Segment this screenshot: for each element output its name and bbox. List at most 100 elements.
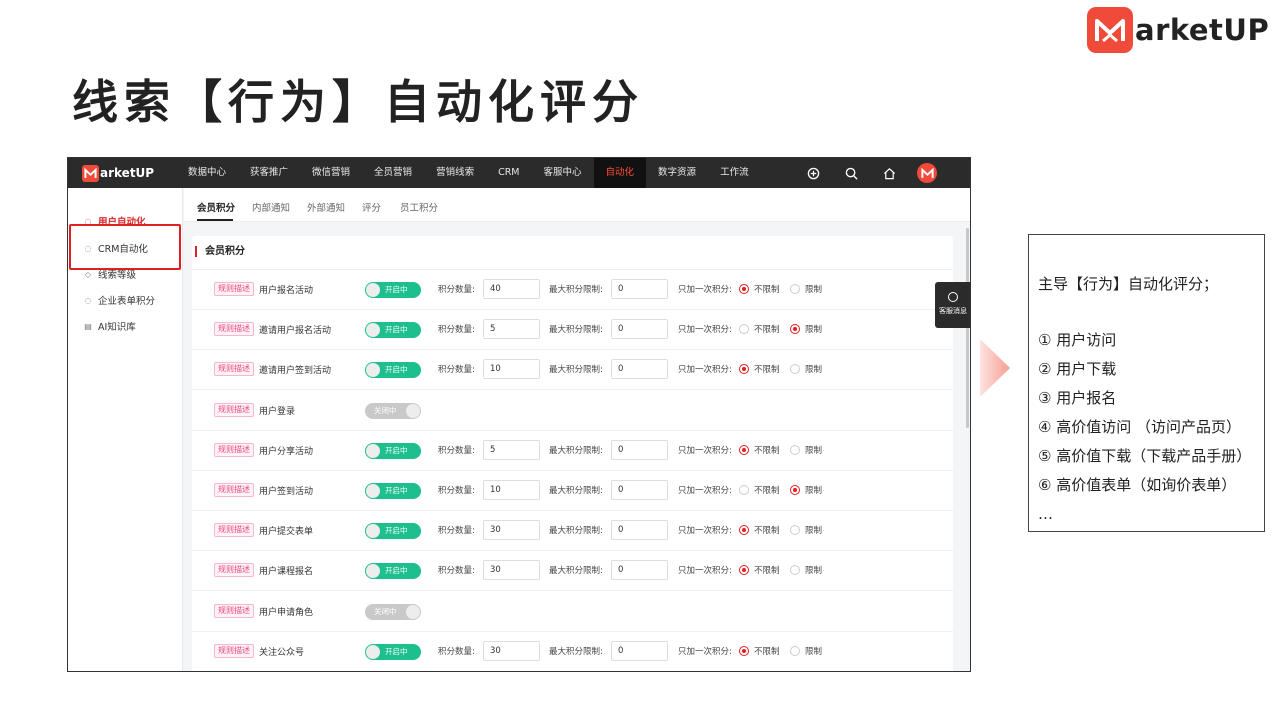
toggle-label: 开启中 [385,445,408,455]
status-toggle[interactable]: 开启中 [365,362,421,379]
rule-description-tag[interactable]: 规则描述 [214,282,254,296]
points-input[interactable]: 10 [483,359,540,380]
nav-item[interactable]: CRM [486,158,531,188]
unlimited-radio[interactable] [739,364,749,375]
status-toggle[interactable]: 开启中 [365,322,421,339]
unlimited-radio[interactable] [739,485,749,495]
nav-item[interactable]: 数字资源 [646,158,708,188]
limited-label: 限制 [805,365,823,376]
max-points-input[interactable]: 0 [611,480,668,500]
limited-radio[interactable] [790,284,800,294]
toggle-knob [366,524,380,539]
tab-item[interactable]: 会员积分 [197,200,235,214]
rule-name: 用户申请角色 [259,607,314,618]
status-toggle[interactable]: 开启中 [365,483,421,499]
status-toggle[interactable]: 开启中 [365,563,421,580]
customer-message-button[interactable]: 客服消息 [935,282,970,328]
points-input[interactable]: 30 [483,640,540,661]
nav-item[interactable]: 微信营销 [300,158,362,188]
max-points-input[interactable]: 0 [611,279,668,299]
max-points-input[interactable]: 0 [611,319,668,340]
toggle-knob [366,363,380,378]
unlimited-radio[interactable] [739,525,749,536]
limited-radio[interactable] [790,645,800,656]
search-icon[interactable] [832,167,870,180]
status-toggle[interactable]: 开启中 [365,442,421,459]
points-input[interactable]: 40 [483,279,540,299]
status-toggle[interactable]: 关闭中 [365,603,421,620]
arrow-right-icon [980,339,1010,397]
max-points-input[interactable]: 0 [611,439,668,460]
nav-item[interactable]: 工作流 [708,158,761,188]
rule-description-tag[interactable]: 规则描述 [214,322,254,337]
toggle-label: 关闭中 [374,606,397,616]
rule-description-tag[interactable]: 规则描述 [214,402,254,417]
toggle-knob [406,604,420,619]
rule-description-tag[interactable]: 规则描述 [214,603,254,618]
tab-item[interactable]: 内部通知 [252,200,290,214]
tab-item[interactable]: 外部通知 [307,200,345,214]
points-input[interactable]: 30 [483,560,540,581]
sidebar-item[interactable]: ◇ 线索等级 [83,267,136,282]
unlimited-radio[interactable] [739,565,749,576]
sidebar-item[interactable]: ◌ 企业表单积分 [83,293,156,308]
limited-radio[interactable] [790,324,800,335]
limited-radio[interactable] [790,485,800,495]
nav-item[interactable]: 数据中心 [176,158,238,188]
max-points-input[interactable]: 0 [611,520,668,541]
sidebar-item[interactable]: ◌ 用户自动化 [83,214,146,229]
points-input[interactable]: 30 [483,520,540,541]
points-input[interactable]: 5 [483,439,540,460]
nav-item[interactable]: 营销线索 [424,158,486,188]
home-icon[interactable] [870,167,908,180]
limited-radio[interactable] [790,565,800,576]
points-input[interactable]: 10 [483,480,540,500]
nav-item[interactable]: 自动化 [593,158,647,188]
avatar-icon [917,163,937,183]
app-logo[interactable]: arketUP [82,164,176,182]
member-points-panel: 会员积分 规则描述 用户报名活动 开启中 积分数量: 40 最大积分限制: 0 只加一次积分:… [192,236,953,671]
status-toggle[interactable]: 开启中 [365,643,421,660]
rule-row: 规则描述 邀请用户报名活动 开启中 积分数量: 5 最大积分限制: 0 只加一次积分: 不限制 限… [192,310,953,351]
rule-description-tag[interactable]: 规则描述 [214,643,254,658]
rule-name: 关注公众号 [259,647,305,658]
max-points-input[interactable]: 0 [611,359,668,380]
tab-item[interactable]: 评分 [362,200,381,214]
unlimited-radio[interactable] [739,645,749,656]
sidebar-item[interactable]: ◌ CRM自动化 [83,241,148,256]
sidebar-item[interactable]: ▤ AI知识库 [83,319,136,334]
scrollbar[interactable] [966,228,969,428]
rule-description-tag[interactable]: 规则描述 [214,483,254,497]
limited-radio[interactable] [790,444,800,455]
max-points-input[interactable]: 0 [611,560,668,581]
limited-radio[interactable] [790,525,800,536]
unlimited-radio[interactable] [739,444,749,455]
status-toggle[interactable]: 关闭中 [365,402,421,419]
nav-item[interactable]: 获客推广 [238,158,300,188]
max-points-input[interactable]: 0 [611,640,668,661]
limited-label: 限制 [805,325,823,336]
points-label: 积分数量: [438,646,475,657]
status-toggle[interactable]: 开启中 [365,282,421,298]
rule-description-tag[interactable]: 规则描述 [214,563,254,578]
limited-label: 限制 [805,646,823,657]
max-points-label: 最大积分限制: [549,285,603,295]
sidebar-item-label: AI知识库 [98,322,136,333]
rule-description-tag[interactable]: 规则描述 [214,442,254,457]
rule-row: 规则描述 用户提交表单 开启中 积分数量: 30 最大积分限制: 0 只加一次积分: 不限制 限制 [192,511,953,552]
nav-item[interactable]: 全员营销 [362,158,424,188]
bell-icon: ◌ [84,295,92,305]
status-toggle[interactable]: 开启中 [365,523,421,540]
unlimited-radio[interactable] [739,324,749,335]
rule-description-tag[interactable]: 规则描述 [214,523,254,538]
points-input[interactable]: 5 [483,319,540,340]
sidebar: ◌ 用户自动化 ◌ CRM自动化 ◇ 线索等级 ◌ 企业表单积分 ▤ AI知识库 [68,188,183,671]
unlimited-radio[interactable] [739,284,749,294]
once-only-label: 只加一次积分: [678,526,732,537]
nav-item[interactable]: 客服中心 [532,158,594,188]
user-avatar[interactable] [908,163,946,183]
add-icon[interactable] [794,167,832,180]
tab-item[interactable]: 员工积分 [400,200,438,214]
limited-radio[interactable] [790,364,800,375]
rule-description-tag[interactable]: 规则描述 [214,362,254,377]
